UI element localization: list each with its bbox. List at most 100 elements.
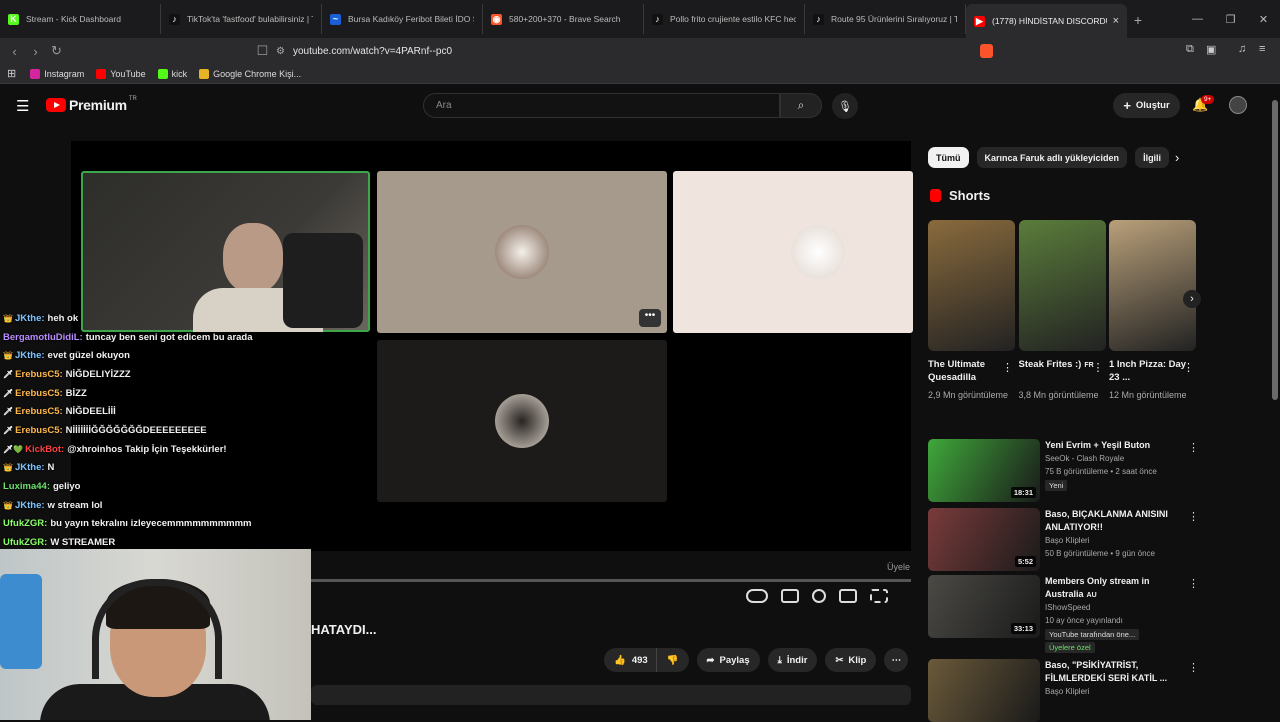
channel-name[interactable]: IShowSpeed [1045, 603, 1090, 612]
kebab-icon[interactable]: ⋮ [1093, 361, 1104, 374]
close-tab-icon[interactable]: × [1113, 15, 1119, 27]
channel-name[interactable]: Başo Klipleri [1045, 536, 1089, 545]
bookmark-icon[interactable]: ☐ [252, 43, 273, 59]
extensions-icon[interactable]: ⧉ [1186, 43, 1194, 56]
menu-icon[interactable]: ≡ [1259, 43, 1265, 55]
chat-text: tuncay ben seni got edicem bu arada [85, 331, 253, 343]
new-tab-icon[interactable]: + [1127, 12, 1149, 28]
short-card[interactable]: Steak Frites :) FR 3,8 Mn görüntüleme ⋮ [1018, 220, 1106, 402]
kebab-icon[interactable]: ⋮ [1188, 661, 1199, 674]
region-code: TR [128, 96, 137, 102]
filter-chip[interactable]: Karınca Faruk adlı yükleyiciden [976, 147, 1128, 168]
shorts-heading: Shorts [930, 188, 990, 203]
like-count: 493 [631, 654, 648, 666]
browser-tab[interactable]: K Stream - Kick Dashboard [0, 4, 161, 34]
bookmark-item[interactable]: kick [157, 68, 187, 79]
settings-icon[interactable] [812, 589, 826, 603]
progress-bar[interactable] [311, 579, 911, 582]
kebab-icon[interactable]: ⋮ [1002, 361, 1013, 374]
kebab-icon[interactable]: ⋮ [1183, 361, 1194, 374]
chevron-right-icon[interactable]: › [1175, 150, 1179, 165]
scissors-icon: ✂ [835, 654, 844, 666]
related-video[interactable]: 5:52 Baso, BIÇAKLANMA ANISINI ANLATIYOR!!… [928, 508, 1199, 571]
menu-burger-icon[interactable]: ☰ [16, 97, 29, 115]
autoplay-toggle-icon[interactable] [746, 589, 768, 603]
chat-message: 👑 JKthe: evet güzel okuyon [0, 346, 300, 365]
short-thumbnail[interactable] [928, 220, 1015, 351]
brave-shield-icon[interactable] [980, 44, 993, 58]
page-scrollbar[interactable] [1270, 85, 1280, 720]
bookmark-item[interactable]: Instagram [30, 68, 84, 79]
browser-tab[interactable]: ~ Bursa Kadıköy Feribot Bileti İDO Sefe [322, 4, 483, 34]
search-input[interactable]: Ara [423, 93, 780, 118]
chat-message: 👑 JKthe: N [0, 459, 300, 478]
browser-tab[interactable]: ♪ TikTok'ta 'fastfood' bulabilirsiniz | T… [161, 4, 322, 34]
minimize-icon[interactable]: — [1181, 13, 1214, 25]
browser-tab[interactable]: ▶ (1778) HİNDİSTAN DISCORDUNA × [966, 4, 1127, 38]
site-info-icon[interactable]: ⚙ [276, 46, 285, 57]
kebab-icon[interactable]: ⋮ [1188, 510, 1199, 523]
channel-name[interactable]: SeeOk - Clash Royale [1045, 454, 1124, 463]
forward-icon[interactable]: › [25, 44, 46, 59]
bookmark-item[interactable]: YouTube [96, 68, 146, 79]
clip-button[interactable]: ✂ Klip [825, 648, 877, 672]
browser-tab[interactable]: ♪ Pollo frito crujiente estilo KFC hecho [644, 4, 805, 34]
apps-icon[interactable]: ⊞ [7, 67, 16, 80]
video-thumbnail[interactable]: 18:31 [928, 439, 1040, 502]
voice-search-button[interactable]: 🎙 [832, 93, 858, 119]
related-video[interactable]: 18:31 Yeni Evrim + Yeşil Buton SeeOk - Cla… [928, 439, 1199, 502]
chat-username: ErebusC5: [15, 368, 63, 380]
reload-icon[interactable]: ↻ [46, 43, 67, 59]
wallet-icon[interactable]: ▣ [1206, 43, 1216, 56]
back-icon[interactable]: ‹ [4, 44, 25, 59]
video-duration: 5:52 [1014, 556, 1036, 567]
short-thumbnail[interactable] [1018, 220, 1106, 351]
kebab-icon[interactable]: ⋮ [1188, 577, 1199, 590]
filter-chip[interactable]: Tümü [928, 147, 969, 168]
dislike-button[interactable]: 👎 [655, 648, 689, 672]
description-box[interactable] [311, 685, 911, 705]
chat-text: @xhroinhos Takip İçin Teşekkürler! [67, 443, 227, 455]
bookmark-label: Google Chrome Kişi... [213, 68, 302, 79]
related-video[interactable]: 33:13 Members Only stream in Australia AU I… [928, 575, 1199, 653]
share-label: Paylaş [719, 654, 750, 666]
theater-mode-icon[interactable] [839, 589, 857, 603]
more-options-icon[interactable]: ••• [639, 309, 661, 327]
browser-tab[interactable]: ♪ Route 95 Ürünlerini Sıralıyoruz | TikTo [805, 4, 966, 34]
shorts-heading-label: Shorts [949, 188, 991, 203]
restore-icon[interactable]: ❐ [1214, 13, 1247, 26]
chat-text: geliyo [53, 481, 81, 493]
kebab-icon[interactable]: ⋮ [1188, 441, 1199, 454]
close-window-icon[interactable]: ✕ [1247, 13, 1280, 26]
fullscreen-icon[interactable] [870, 589, 888, 603]
participant-avatar [791, 225, 845, 279]
media-icon[interactable]: ♫ [1238, 43, 1246, 55]
video-meta: 50 B görüntüleme • 9 gün önce [1045, 549, 1155, 558]
download-button[interactable]: ⤓ İndir [767, 648, 818, 672]
shorts-next-icon[interactable]: › [1183, 290, 1201, 308]
video-thumbnail[interactable]: 33:13 [928, 575, 1040, 638]
bookmark-item[interactable]: Google Chrome Kişi... [199, 68, 302, 79]
avatar[interactable] [1229, 96, 1247, 114]
related-video[interactable]: Baso, "PSİKİYATRİST, FİLMLERDEKİ SERİ KA… [928, 659, 1199, 722]
url-field[interactable]: ⚙ youtube.com/watch?v=4PARnf--pc0 [276, 41, 976, 61]
share-button[interactable]: ➦ Paylaş [696, 648, 760, 672]
create-button[interactable]: + Oluştur [1113, 93, 1180, 118]
like-button[interactable]: 👍 493 [604, 648, 656, 672]
subtitles-icon[interactable] [781, 589, 799, 603]
video-thumbnail[interactable]: 5:52 [928, 508, 1040, 571]
participant-tile [81, 171, 370, 332]
browser-tab[interactable]: ◉ 580+200+370 - Brave Search [483, 4, 644, 34]
search-button[interactable]: ⌕ [780, 93, 822, 118]
youtube-logo[interactable]: Premium TR [46, 96, 137, 113]
channel-name[interactable]: Başo Klipleri [1045, 687, 1089, 696]
short-card[interactable]: The Ultimate Quesadilla 2,9 Mn görüntülem… [928, 220, 1015, 402]
video-thumbnail[interactable] [928, 659, 1040, 722]
more-actions-button[interactable]: ⋯ [884, 648, 909, 672]
chat-text: heh ok [47, 312, 79, 324]
short-card[interactable]: 1 Inch Pizza: Day 23 ... 12 Mn görüntülem… [1109, 220, 1196, 402]
short-thumbnail[interactable] [1109, 220, 1196, 351]
filter-chip[interactable]: İlgili [1135, 147, 1170, 168]
chat-text: NİİİİİİİĞĞĞĞĞĞĞDEEEEEEEEE [65, 424, 207, 436]
search-icon: ⌕ [797, 98, 805, 112]
